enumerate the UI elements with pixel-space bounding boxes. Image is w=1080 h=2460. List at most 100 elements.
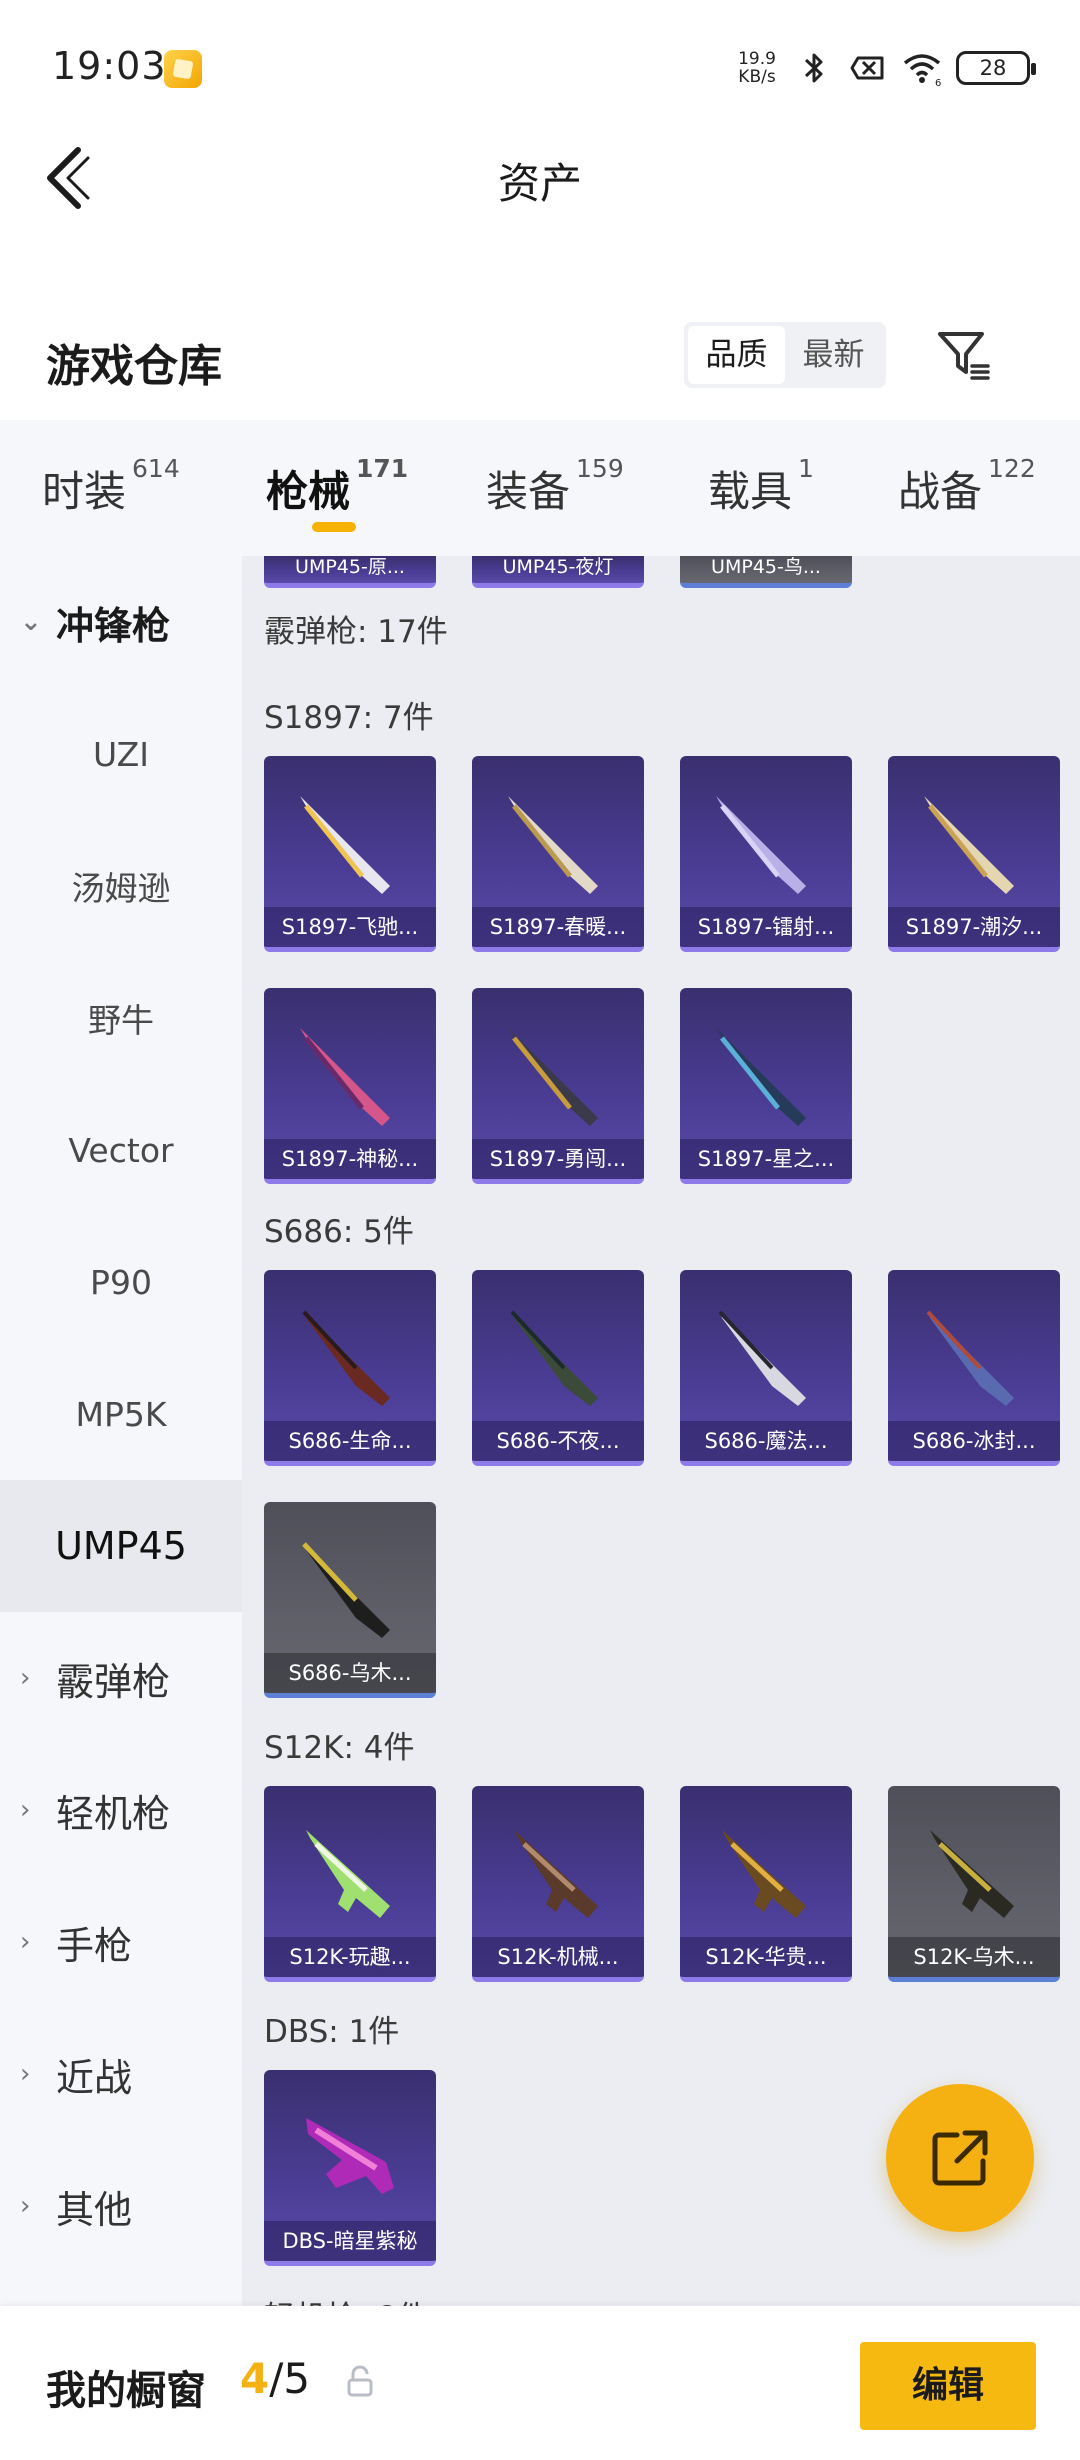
shotgun-image (718, 1310, 806, 1406)
edit-button[interactable]: 编辑 (860, 2342, 1036, 2430)
weapon-tile-label: S1897-镭射... (680, 907, 852, 947)
chevron-right-icon: › (20, 1663, 31, 1693)
weapon-tile-label: S12K-华贵... (680, 1937, 852, 1977)
weapon-tile[interactable]: S1897-镭射... (680, 756, 852, 952)
sidebar-item-mp5k[interactable]: MP5K (0, 1348, 242, 1480)
tab-firearms[interactable]: 枪械 171 (266, 454, 408, 519)
weapon-tile[interactable]: S12K-玩趣... (264, 1786, 436, 1982)
weapon-tile[interactable]: S1897-飞驰... (264, 756, 436, 952)
page-title: 资产 (497, 159, 582, 208)
tab-equipment[interactable]: 装备 159 (486, 454, 624, 519)
weapon-tile[interactable]: S686-冰封... (888, 1270, 1060, 1466)
status-time: 19:03 (52, 44, 167, 88)
s12k-header: S12K: 4件 (264, 1730, 415, 1766)
share-fab[interactable] (886, 2084, 1034, 2232)
weapon-tile[interactable]: S686-魔法... (680, 1270, 852, 1466)
weapon-type-sidebar: ⌄ 冲锋枪 UZI 汤姆逊 野牛 Vector P90 MP5K UMP45 › 霰… (0, 556, 242, 2306)
sim-off-icon (850, 56, 884, 80)
chevron-right-icon: › (20, 2191, 31, 2221)
weapon-tile[interactable]: S12K-华贵... (680, 1786, 852, 1982)
sidebar-group-pistol[interactable]: › 手枪 (0, 1876, 242, 2008)
sidebar-item-bizon[interactable]: 野牛 (0, 952, 242, 1084)
weapon-tile[interactable]: S1897-神秘... (264, 988, 436, 1184)
shotgun-image (300, 1028, 390, 1126)
share-external-icon (932, 2130, 988, 2186)
weapon-tile-label: UMP45-鸟... (711, 556, 821, 578)
weapon-tile-label: S12K-玩趣... (264, 1937, 436, 1977)
weapon-tile-label: S686-生命... (264, 1421, 436, 1461)
shotgun-image (716, 1028, 806, 1126)
shotgun-image (508, 796, 598, 894)
shotgun-image (924, 796, 1014, 894)
tab-vehicles[interactable]: 载具 1 (708, 454, 814, 519)
weapon-tile[interactable]: UMP45-原... (264, 556, 436, 588)
chevron-right-icon: › (20, 1795, 31, 1825)
weapon-tile-label: S12K-乌木... (888, 1937, 1060, 1977)
status-bar: 19:03 19.9 KB/s 6 28 (0, 0, 1080, 130)
weapon-tile-label: S1897-飞驰... (264, 907, 436, 947)
sidebar-group-other[interactable]: › 其他 (0, 2140, 242, 2272)
weapon-tile-label: S1897-星之... (680, 1139, 852, 1179)
weapon-tile-label: S1897-神秘... (264, 1139, 436, 1179)
sidebar-item-p90[interactable]: P90 (0, 1216, 242, 1348)
category-tabs: 时装 614 枪械 171 装备 159 载具 1 战备 122 (0, 420, 1080, 556)
filter-icon[interactable] (932, 322, 996, 386)
weapon-tile-label: S1897-潮汐... (888, 907, 1060, 947)
weapon-tile[interactable]: DBS-暗星紫秘 (264, 2070, 436, 2266)
weapon-tile-label: S686-不夜... (472, 1421, 644, 1461)
showcase-count: 4/5 (240, 2354, 311, 2403)
network-speed: 19.9 KB/s (734, 50, 780, 86)
sidebar-group-melee[interactable]: › 近战 (0, 2008, 242, 2140)
weapon-tile[interactable]: S686-生命... (264, 1270, 436, 1466)
weapon-tile[interactable]: S1897-星之... (680, 988, 852, 1184)
wifi-icon: 6 (903, 54, 941, 88)
network-speed-unit: KB/s (738, 67, 776, 87)
sidebar-item-thompson[interactable]: 汤姆逊 (0, 820, 242, 952)
rifle-image (930, 1830, 1014, 1918)
showcase-bar: 我的橱窗 4/5 编辑 (0, 2306, 1080, 2460)
sidebar-item-uzi[interactable]: UZI (0, 688, 242, 820)
sort-quality-option[interactable]: 品质 (688, 326, 785, 384)
weapon-tile-label: S1897-春暖... (472, 907, 644, 947)
weapon-tile[interactable]: S12K-机械... (472, 1786, 644, 1982)
tab-fashion[interactable]: 时装 614 (42, 454, 180, 519)
battery-indicator: 28 (956, 51, 1036, 85)
weapon-tile[interactable]: S12K-乌木... (888, 1786, 1060, 1982)
weapon-tile-label: UMP45-原... (295, 556, 405, 578)
weapon-tile[interactable]: S1897-春暖... (472, 756, 644, 952)
status-icons: 19.9 KB/s 6 28 (734, 46, 1036, 90)
weapon-tile-label: S686-乌木... (264, 1653, 436, 1693)
sidebar-item-vector[interactable]: Vector (0, 1084, 242, 1216)
tab-battle-gear[interactable]: 战备 122 (898, 454, 1036, 519)
shotgun-image (302, 1310, 390, 1406)
wifi-badge: 6 (935, 78, 941, 88)
sidebar-item-ump45[interactable]: UMP45 (0, 1480, 242, 1612)
sidebar-group-lmg[interactable]: › 轻机枪 (0, 1744, 242, 1876)
shotgun-image (716, 796, 806, 894)
weapon-grid-panel: UMP45-原... UMP45-夜灯 UMP45-鸟... 霰弹枪: 17件 … (242, 556, 1080, 2306)
weapon-tile[interactable]: S686-不夜... (472, 1270, 644, 1466)
s686-header: S686: 5件 (264, 1214, 414, 1250)
warehouse-title: 游戏仓库 (46, 341, 222, 392)
sort-newest-option[interactable]: 最新 (785, 326, 882, 384)
shotgun-image (302, 1542, 390, 1638)
sidebar-group-smg[interactable]: ⌄ 冲锋枪 (0, 556, 242, 688)
weapon-tile[interactable]: S686-乌木... (264, 1502, 436, 1698)
sidebar-group-shotgun[interactable]: › 霰弹枪 (0, 1612, 242, 1744)
weapon-tile-label: DBS-暗星紫秘 (264, 2221, 436, 2261)
weapon-tile[interactable]: S1897-勇闯... (472, 988, 644, 1184)
chevron-down-icon: ⌄ (20, 607, 42, 637)
rifle-image (722, 1830, 806, 1918)
weapon-tile-label: S1897-勇闯... (472, 1139, 644, 1179)
shotgun-image (300, 796, 390, 894)
weapon-tile-label: S12K-机械... (472, 1937, 644, 1977)
rifle-image (514, 1830, 598, 1918)
rifle-image (306, 1830, 390, 1918)
weapon-tile[interactable]: S1897-潮汐... (888, 756, 1060, 952)
weapon-tile-label: S686-冰封... (888, 1421, 1060, 1461)
network-speed-value: 19.9 (738, 49, 776, 69)
weapon-tile[interactable]: UMP45-夜灯 (472, 556, 644, 588)
sort-toggle: 品质 最新 (684, 322, 886, 388)
weapon-tile[interactable]: UMP45-鸟... (680, 556, 852, 588)
chevron-right-icon: › (20, 1927, 31, 1957)
